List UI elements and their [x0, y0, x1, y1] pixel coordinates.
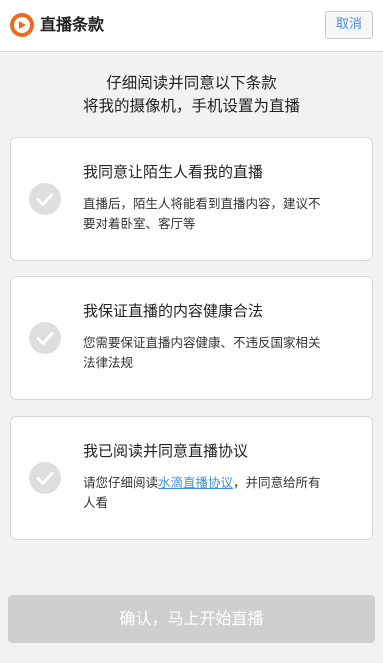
term-description-line-2: 法律法规 [83, 355, 134, 370]
intro-line-2: 将我的摄像机，手机设置为直播 [82, 97, 300, 115]
live-terms-screen: 直播条款 取消 仔细阅读并同意以下条款 将我的摄像机，手机设置为直播 我同意让陌… [0, 0, 383, 663]
agreement-link[interactable]: 水滴直播协议 [158, 475, 233, 490]
cancel-button[interactable]: 取消 [325, 11, 373, 39]
check-icon[interactable] [29, 462, 61, 494]
term-title: 我同意让陌生人看我的直播 [83, 163, 264, 181]
term-description-line-1: 直播后，陌生人将能看到直播内容，建议不 [83, 196, 321, 211]
term-description-prefix: 请您仔细阅读 [83, 475, 159, 490]
term-description-line-2: 要对着卧室、客厅等 [83, 216, 196, 231]
term-description-suffix: ，并同意给所有 [233, 475, 321, 490]
term-card-agreement[interactable]: 我已阅读并同意直播协议 请您仔细阅读水滴直播协议，并同意给所有 人看 [10, 416, 373, 540]
term-description: 您需要保证直播内容健康、不违反国家相关 法律法规 [83, 333, 367, 373]
check-icon[interactable] [29, 183, 61, 215]
check-icon[interactable] [29, 322, 61, 354]
term-description: 直播后，陌生人将能看到直播内容，建议不 要对着卧室、客厅等 [83, 194, 367, 234]
confirm-start-live-button[interactable]: 确认，马上开始直播 [8, 595, 375, 643]
term-title: 我保证直播的内容健康合法 [83, 302, 264, 320]
header-bar: 直播条款 取消 [0, 0, 383, 52]
term-title: 我已阅读并同意直播协议 [83, 442, 249, 460]
intro-text: 仔细阅读并同意以下条款 将我的摄像机，手机设置为直播 [0, 72, 383, 118]
app-logo-icon [10, 13, 34, 37]
term-description-line-1: 您需要保证直播内容健康、不违反国家相关 [83, 335, 321, 350]
term-description-line-2: 人看 [83, 495, 109, 510]
term-card-stranger-view[interactable]: 我同意让陌生人看我的直播 直播后，陌生人将能看到直播内容，建议不 要对着卧室、客… [10, 137, 373, 261]
page-title: 直播条款 [40, 15, 105, 34]
term-description-line-1: 请您仔细阅读水滴直播协议，并同意给所有 [83, 473, 367, 493]
intro-line-1: 仔细阅读并同意以下条款 [106, 74, 277, 92]
term-description: 请您仔细阅读水滴直播协议，并同意给所有 人看 [83, 473, 367, 513]
term-card-content-legal[interactable]: 我保证直播的内容健康合法 您需要保证直播内容健康、不违反国家相关 法律法规 [10, 276, 373, 400]
